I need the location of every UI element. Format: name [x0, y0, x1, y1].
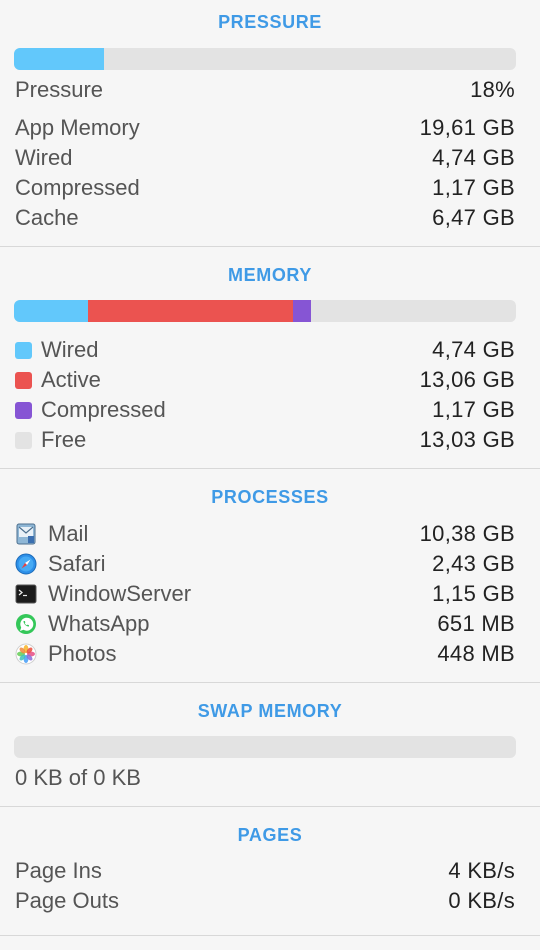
- stat-label: Compressed: [15, 175, 140, 200]
- page-outs-row: Page Outs 0 KB/s: [0, 886, 540, 916]
- processes-title: PROCESSES: [211, 487, 329, 507]
- processes-section: PROCESSES Mail 10,38 GB Safari 2,43 GB W…: [0, 485, 540, 669]
- photos-icon: [15, 643, 37, 665]
- process-row-mail[interactable]: Mail 10,38 GB: [0, 519, 540, 549]
- legend-value: 4,74 GB: [432, 337, 515, 362]
- legend-row-compressed: Compressed 1,17 GB: [0, 395, 540, 425]
- process-row-safari[interactable]: Safari 2,43 GB: [0, 549, 540, 579]
- pressure-row: Pressure 18%: [0, 75, 540, 105]
- swap-summary: 0 KB of 0 KB: [15, 765, 141, 790]
- legend-row-active: Active 13,06 GB: [0, 365, 540, 395]
- terminal-icon: [15, 583, 37, 605]
- stat-label: Cache: [15, 205, 79, 230]
- memory-title: MEMORY: [228, 265, 312, 285]
- swap-bar: [14, 736, 516, 758]
- legend-label: Wired: [41, 337, 99, 362]
- process-name: Safari: [48, 551, 106, 576]
- pressure-section: PRESSURE Pressure 18% App Memory 19,61 G…: [0, 10, 540, 233]
- pressure-bar-fill: [14, 48, 105, 70]
- process-name: WhatsApp: [48, 611, 150, 636]
- memory-section: MEMORY Wired 4,74 GB Active 13,06 GB Com…: [0, 263, 540, 455]
- legend-label: Free: [41, 427, 87, 452]
- process-name: Mail: [48, 521, 89, 546]
- mail-icon: [15, 523, 37, 545]
- legend-value: 13,06 GB: [419, 367, 515, 392]
- section-divider: [0, 246, 540, 247]
- swap-section: SWAP MEMORY 0 KB of 0 KB: [0, 699, 540, 793]
- free-swatch: [15, 431, 32, 449]
- safari-icon: [15, 553, 37, 575]
- swap-title: SWAP MEMORY: [197, 701, 343, 721]
- stat-value: 1,17 GB: [432, 175, 515, 200]
- process-value: 2,43 GB: [432, 551, 515, 576]
- memory-bar: [14, 300, 516, 322]
- process-row-whatsapp[interactable]: WhatsApp 651 MB: [0, 609, 540, 639]
- legend-row-free: Free 13,03 GB: [0, 425, 540, 455]
- process-value: 448 MB: [437, 641, 515, 666]
- process-value: 10,38 GB: [419, 521, 515, 546]
- legend-value: 13,03 GB: [419, 427, 515, 452]
- stat-value: 19,61 GB: [419, 115, 515, 140]
- memory-bar-free-segment: [311, 300, 516, 322]
- pages-title: PAGES: [237, 825, 303, 845]
- whatsapp-icon: [15, 613, 37, 635]
- legend-value: 1,17 GB: [432, 397, 515, 422]
- pressure-title: PRESSURE: [218, 12, 322, 32]
- stat-label: App Memory: [15, 115, 140, 140]
- pages-section: PAGES Page Ins 4 KB/s Page Outs 0 KB/s: [0, 823, 540, 916]
- process-name: Photos: [48, 641, 117, 666]
- compressed-swatch: [15, 401, 32, 419]
- process-row-windowserver[interactable]: WindowServer 1,15 GB: [0, 579, 540, 609]
- process-row-photos[interactable]: Photos 448 MB: [0, 639, 540, 669]
- legend-label: Compressed: [41, 397, 166, 422]
- pressure-bar: [14, 48, 516, 70]
- page-outs-label: Page Outs: [15, 888, 119, 913]
- memory-bar-active-segment: [88, 300, 293, 322]
- process-value: 1,15 GB: [432, 581, 515, 606]
- stat-label: Wired: [15, 145, 73, 170]
- legend-label: Active: [41, 367, 101, 392]
- stat-row-compressed: Compressed 1,17 GB: [0, 173, 540, 203]
- stat-value: 6,47 GB: [432, 205, 515, 230]
- page-ins-row: Page Ins 4 KB/s: [0, 856, 540, 886]
- page-ins-label: Page Ins: [15, 858, 102, 883]
- pressure-value: 18%: [470, 77, 515, 102]
- swap-summary-row: 0 KB of 0 KB: [0, 763, 540, 793]
- memory-bar-wired-segment: [14, 300, 89, 322]
- page-ins-value: 4 KB/s: [448, 858, 515, 883]
- stat-row-cache: Cache 6,47 GB: [0, 203, 540, 233]
- stat-value: 4,74 GB: [432, 145, 515, 170]
- process-name: WindowServer: [48, 581, 192, 606]
- legend-row-wired: Wired 4,74 GB: [0, 335, 540, 365]
- wired-swatch: [15, 341, 32, 359]
- stat-row-wired: Wired 4,74 GB: [0, 143, 540, 173]
- active-swatch: [15, 371, 32, 389]
- memory-stats-panel: PRESSURE Pressure 18% App Memory 19,61 G…: [0, 0, 540, 950]
- stat-row-app-memory: App Memory 19,61 GB: [0, 113, 540, 143]
- memory-bar-compressed-segment: [292, 300, 312, 322]
- section-divider: [0, 682, 540, 683]
- section-divider: [0, 468, 540, 469]
- toolbar-strip: [0, 935, 540, 950]
- section-divider: [0, 806, 540, 807]
- process-value: 651 MB: [437, 611, 515, 636]
- page-outs-value: 0 KB/s: [448, 888, 515, 913]
- pressure-label: Pressure: [15, 77, 104, 102]
